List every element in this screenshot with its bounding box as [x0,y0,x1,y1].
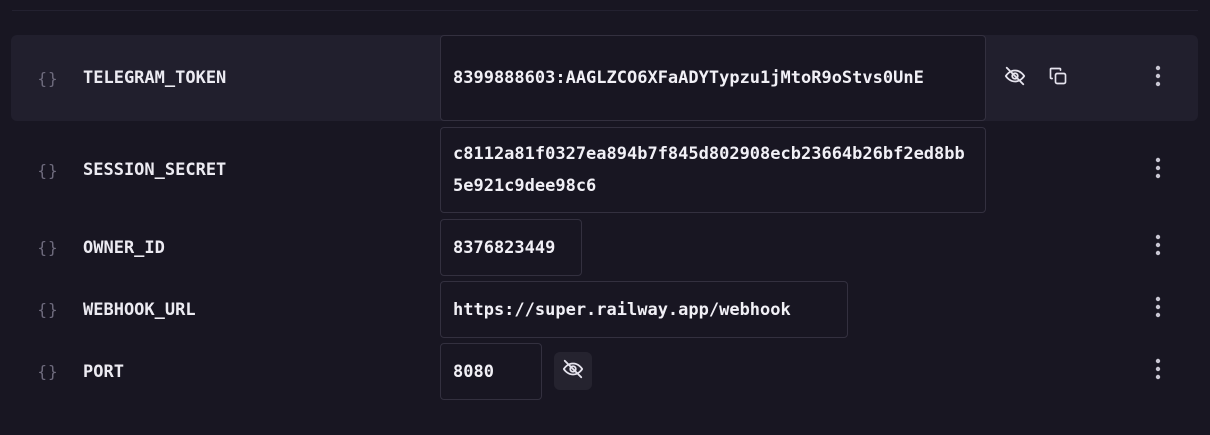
variable-row-port[interactable]: {} PORT 8080 [11,343,1198,400]
more-vertical-icon [1155,234,1161,260]
variable-value[interactable]: https://super.railway.app/webhook [440,281,848,338]
row-menu-button[interactable] [1139,290,1177,328]
variable-name: SESSION_SECRET [83,160,227,180]
variable-value[interactable]: 8399888603:AAGLZCO6XFaADYTypzu1jMtoR9oSt… [440,35,986,121]
row-menu-button[interactable] [1139,151,1177,189]
copy-icon [1048,66,1068,90]
braces-icon: {} [37,68,59,88]
top-divider [12,10,1198,11]
hide-value-button[interactable] [996,59,1034,97]
variable-name: TELEGRAM_TOKEN [83,68,227,88]
variable-row-owner-id[interactable]: {} OWNER_ID 8376823449 [11,219,1198,276]
variable-row-telegram-token[interactable]: {} TELEGRAM_TOKEN 8399888603:AAGLZCO6XFa… [11,35,1198,121]
variable-value[interactable]: c8112a81f0327ea894b7f845d802908ecb23664b… [440,127,986,213]
variable-value[interactable]: 8376823449 [440,219,582,276]
variable-row-session-secret[interactable]: {} SESSION_SECRET c8112a81f0327ea894b7f8… [11,127,1198,213]
braces-icon: {} [37,300,59,319]
braces-icon: {} [37,362,59,381]
hide-value-button[interactable] [554,352,592,390]
variable-row-webhook-url[interactable]: {} WEBHOOK_URL https://super.railway.app… [11,281,1198,338]
copy-value-button[interactable] [1039,59,1077,97]
braces-icon: {} [37,160,59,180]
eye-off-icon [562,358,584,384]
more-vertical-icon [1155,296,1161,322]
eye-off-icon [1004,65,1026,91]
variable-name: PORT [83,361,124,382]
more-vertical-icon [1155,65,1161,91]
row-menu-button[interactable] [1139,352,1177,390]
variables-list: {} TELEGRAM_TOKEN 8399888603:AAGLZCO6XFa… [11,35,1198,400]
variable-name: WEBHOOK_URL [83,299,196,320]
row-menu-button[interactable] [1139,228,1177,266]
row-menu-button[interactable] [1139,59,1177,97]
braces-icon: {} [37,238,59,257]
variable-value[interactable]: 8080 [440,343,542,400]
variable-name: OWNER_ID [83,237,165,258]
more-vertical-icon [1155,358,1161,384]
more-vertical-icon [1155,157,1161,183]
